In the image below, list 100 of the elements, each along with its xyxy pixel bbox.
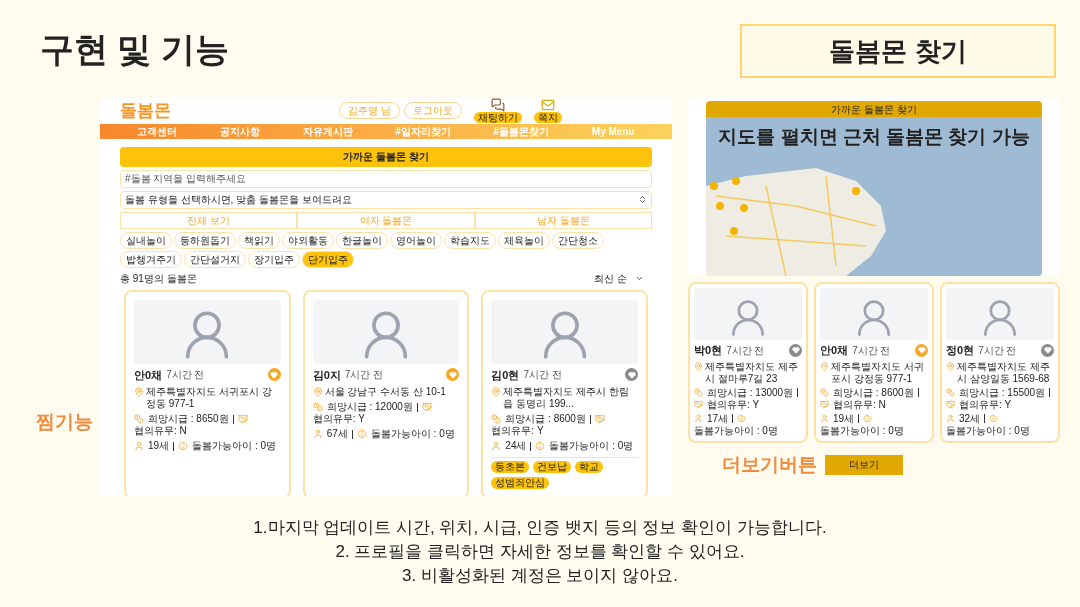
slide-title: 구현 및 기능 (40, 32, 229, 66)
like-toggle[interactable] (446, 368, 460, 382)
pin-icon (694, 361, 703, 371)
address-text: 서울 강남구 수서동 산 10-1 (324, 386, 446, 398)
map-panel[interactable]: 지도를 펼치면 근처 돌봄몬 찾기 가능 (706, 117, 1042, 276)
region-input-field[interactable]: #돌봄 지역을 입력해주세요 (120, 169, 652, 188)
wage-text: 희망시급 : 8600원 (833, 386, 914, 399)
note-line: 1.마지막 업데이트 시간, 위치, 시급, 인증 뱃지 등의 정보 확인이 가능합니다. (253, 516, 827, 539)
care-type-chip[interactable]: 야외활동 (282, 231, 334, 249)
map-title-bar: 가까운 돌봄몬 찾기 (706, 101, 1042, 117)
like-toggle[interactable] (789, 343, 802, 357)
care-type-chip[interactable]: 실내놀이 (120, 231, 172, 249)
age-text: 17세 (707, 412, 729, 425)
result-count: 총 91명의 돌봄몬 (120, 271, 197, 286)
caregiver-card[interactable]: 안0채 7시간 전 제주특별자치도 서귀포시 강정동 977-1 희망시급 : 8600원 협의유무: N 19세 돌봄가능아이 : 0명 (814, 282, 934, 443)
children-text: 돌봄가능아이 : 0명 (549, 440, 634, 452)
handshake-icon (946, 400, 955, 409)
address-text: 제주특별자치도 제주시 삼양일동 1569-68 (957, 360, 1051, 385)
negotiable-text: 협의유무: N (833, 398, 886, 411)
like-toggle[interactable] (1041, 343, 1054, 357)
care-type-chip[interactable]: 장기입주 (248, 250, 300, 268)
age-text: 67세 (326, 428, 348, 440)
care-type-chip[interactable]: 체육놀이 (498, 231, 550, 249)
coins-icon (694, 388, 703, 397)
care-type-chip[interactable]: 책읽기 (238, 231, 280, 249)
certification-badge: 학교 (575, 461, 604, 473)
like-toggle[interactable] (915, 343, 928, 357)
care-type-chip[interactable]: 단기입주 (302, 250, 354, 268)
certification-badge: 등초본 (491, 461, 530, 473)
negotiable-text: 협의유무: Y (959, 398, 1012, 411)
care-type-select[interactable]: 돌봄 유형을 선택하시면, 맞춤 돌봄몬을 보여드려요 (120, 190, 652, 209)
shortcut-label[interactable]: 쪽지 (534, 112, 562, 124)
care-type-chip[interactable]: 학습지도 (444, 231, 496, 249)
like-toggle[interactable] (267, 368, 281, 382)
care-type-chip[interactable]: 영어놀이 (390, 231, 442, 249)
search-title-bar: 가까운 돌봄몬 찾기 (120, 146, 652, 167)
wage-text: 희망시급 : 13000원 (707, 386, 794, 399)
coins-icon (820, 388, 829, 397)
handshake-icon (594, 414, 605, 424)
caregiver-name: 안0채 (134, 367, 163, 383)
baby-icon (356, 429, 367, 439)
like-toggle[interactable] (625, 368, 638, 382)
section-badge: 돌봄몬 찾기 (740, 24, 1056, 78)
coins-icon (312, 402, 323, 412)
baby-icon (737, 414, 747, 423)
caregiver-card[interactable]: 안0채 7시간 전 제주특별자치도 서귀포시 강정동 977-1 희망시급 : 8650원 협의유무: N 19세 돌봄가능아이 : 0명 (124, 289, 291, 496)
care-type-chip[interactable]: 간단설거지 (184, 250, 246, 268)
caregiver-name: 김0현 (491, 367, 520, 383)
caregiver-card[interactable]: 김0지 7시간 전 서울 강남구 수서동 산 10-1 희망시급 : 12000원 협의유무: Y 67세 돌봄가능아이 : 0명 (302, 289, 470, 496)
care-type-chip[interactable]: 등하원돕기 (174, 231, 236, 249)
pin-icon (820, 361, 829, 371)
like-annotation-text: 찜기능 (36, 409, 93, 434)
certification-badge: 성범죄안심 (491, 477, 550, 489)
updated-time: 7시간 전 (978, 343, 1017, 358)
updated-time: 7시간 전 (166, 368, 205, 383)
person-icon (312, 429, 323, 439)
age-text: 24세 (505, 440, 527, 452)
pin-icon (312, 387, 323, 397)
caregiver-name: 김0지 (312, 367, 341, 383)
age-text: 19세 (148, 440, 170, 452)
care-type-chip[interactable]: 한글놀이 (336, 231, 388, 249)
children-text: 돌봄가능아이 : 0명 (820, 424, 904, 437)
address-text: 제주특별자치도 제주시 절마루7길 23 (705, 360, 799, 385)
pin-icon (946, 361, 955, 371)
wage-text: 희망시급 : 8600원 (505, 413, 586, 425)
address-text: 제주특별자치도 제주시 한림읍 동명리 199... (503, 386, 630, 410)
caregiver-card[interactable]: 정0현 7시간 전 제주특별자치도 제주시 삼양일동 1569-68 희망시급 : 15500원 협의유무: Y 32세 돌봄가능아이 : 0명 (940, 282, 1060, 443)
more-annotation-text: 더보기버튼 (722, 452, 817, 477)
negotiable-text: 협의유무: N (134, 425, 187, 437)
age-text: 32세 (959, 412, 981, 425)
children-text: 돌봄가능아이 : 0명 (946, 424, 1030, 437)
updated-time: 7시간 전 (852, 343, 891, 358)
negotiable-text: 협의유무: Y (491, 425, 544, 437)
caregiver-card[interactable]: 김0현 7시간 전 제주특별자치도 제주시 한림읍 동명리 199... 희망시급 : 8600원 협의유무: Y 24세 돌봄가능아이 : 0명 등초본 건보납 학교 성범죄안심 (481, 289, 648, 496)
shortcut-label[interactable]: 채팅하기 (474, 112, 522, 124)
handshake-icon (820, 400, 829, 409)
baby-icon (863, 414, 873, 423)
address-text: 제주특별자치도 서귀포시 강정동 977-1 (831, 360, 925, 385)
coins-icon (491, 414, 502, 424)
negotiable-text: 협의유무: Y (312, 413, 365, 425)
envelope-icon[interactable] (541, 98, 555, 113)
select-arrows-icon (638, 195, 647, 204)
caregiver-name: 안0채 (820, 343, 849, 358)
chat-icon[interactable] (491, 98, 505, 113)
person-icon (820, 414, 829, 423)
person-icon (134, 441, 144, 451)
handshake-icon (694, 400, 703, 409)
coins-icon (946, 388, 955, 397)
updated-time: 7시간 전 (726, 343, 765, 358)
pin-icon (134, 387, 144, 397)
caregiver-name: 정0현 (946, 343, 975, 358)
caregiver-card[interactable]: 박0현 7시간 전 제주특별자치도 제주시 절마루7길 23 희망시급 : 13000원 협의유무: Y 17세 돌봄가능아이 : 0명 (688, 282, 808, 443)
caregiver-name: 박0현 (694, 343, 723, 358)
note-line: 2. 프로필을 클릭하면 자세한 정보를 확인할 수 있어요. (335, 540, 745, 563)
sort-dropdown[interactable]: 최신 순 (594, 270, 644, 286)
care-type-chip[interactable]: 간단청소 (552, 231, 604, 249)
wage-text: 희망시급 : 12000원 (326, 401, 413, 413)
care-type-chip[interactable]: 밥챙겨주기 (120, 250, 182, 268)
more-button[interactable]: 더보기 (825, 454, 903, 475)
wage-text: 희망시급 : 8650원 (148, 413, 229, 425)
